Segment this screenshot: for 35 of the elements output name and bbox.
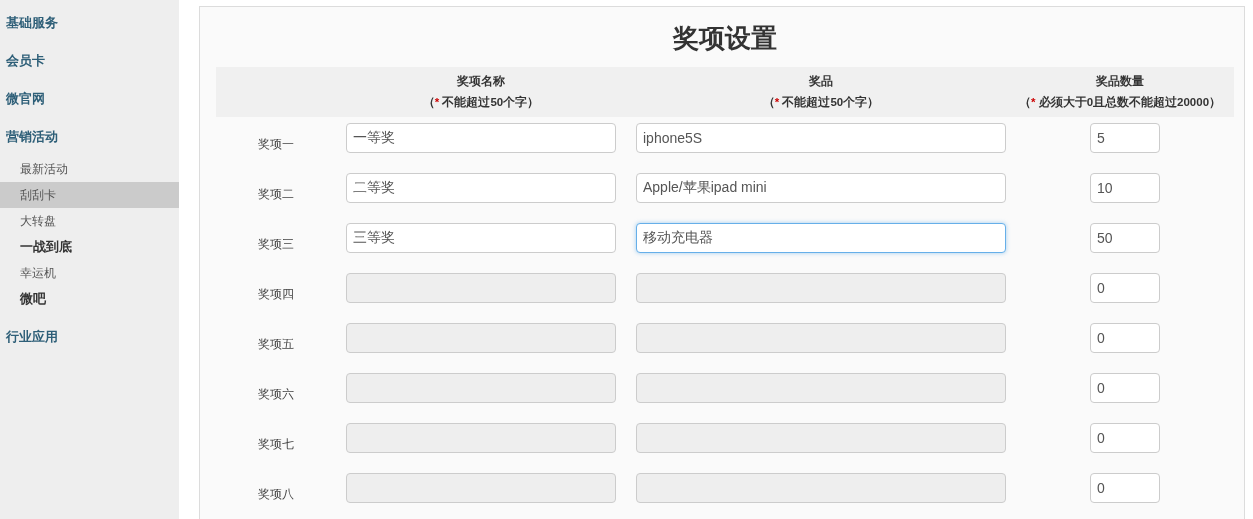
prize-label: 奖项七 — [257, 436, 295, 453]
prize-field[interactable]: Apple/苹果ipad mini — [636, 173, 1006, 203]
column-note: （* 必须大于0且总数不能超过20000） — [1018, 95, 1222, 110]
sidebar-item[interactable]: 一战到底 — [0, 234, 179, 260]
sidebar-item[interactable]: 微官网 — [0, 80, 179, 118]
prize-field[interactable]: 移动充电器 — [636, 223, 1006, 253]
sidebar-item[interactable]: 行业应用 — [0, 318, 179, 356]
panel-title: 奖项设置 — [671, 22, 778, 55]
name-field[interactable]: 二等奖 — [346, 173, 616, 203]
name-field[interactable]: 三等奖 — [346, 223, 616, 253]
column-title: 奖品 — [809, 74, 833, 89]
prize-label: 奖项一 — [257, 136, 295, 153]
column-note: （* 不能超过50个字） — [762, 95, 880, 110]
prize-label: 奖项六 — [257, 386, 295, 403]
prize-field[interactable]: iphone5S — [636, 123, 1006, 153]
quantity-field[interactable]: 10 — [1090, 173, 1160, 203]
column-title: 奖项名称 — [457, 74, 505, 89]
quantity-field[interactable]: 50 — [1090, 223, 1160, 253]
sidebar-item[interactable]: 最新活动 — [0, 156, 179, 182]
name-field[interactable]: 一等奖 — [346, 123, 616, 153]
prize-label: 奖项八 — [257, 486, 295, 503]
quantity-field[interactable]: 5 — [1090, 123, 1160, 153]
prize-label: 奖项四 — [257, 286, 295, 303]
column-note: （* 不能超过50个字） — [422, 95, 540, 110]
prize-label: 奖项五 — [257, 336, 295, 353]
sidebar-item[interactable]: 基础服务 — [0, 4, 179, 42]
sidebar-item[interactable]: 幸运机 — [0, 260, 179, 286]
prize-label: 奖项三 — [257, 236, 295, 253]
column-title: 奖品数量 — [1096, 74, 1144, 89]
sidebar-item[interactable]: 会员卡 — [0, 42, 179, 80]
sidebar-item[interactable]: 微吧 — [0, 286, 179, 312]
sidebar-item[interactable]: 刮刮卡 — [0, 182, 179, 208]
prize-label: 奖项二 — [257, 186, 295, 203]
sidebar-item[interactable]: 营销活动 — [0, 118, 179, 156]
sidebar-item[interactable]: 大转盘 — [0, 208, 179, 234]
